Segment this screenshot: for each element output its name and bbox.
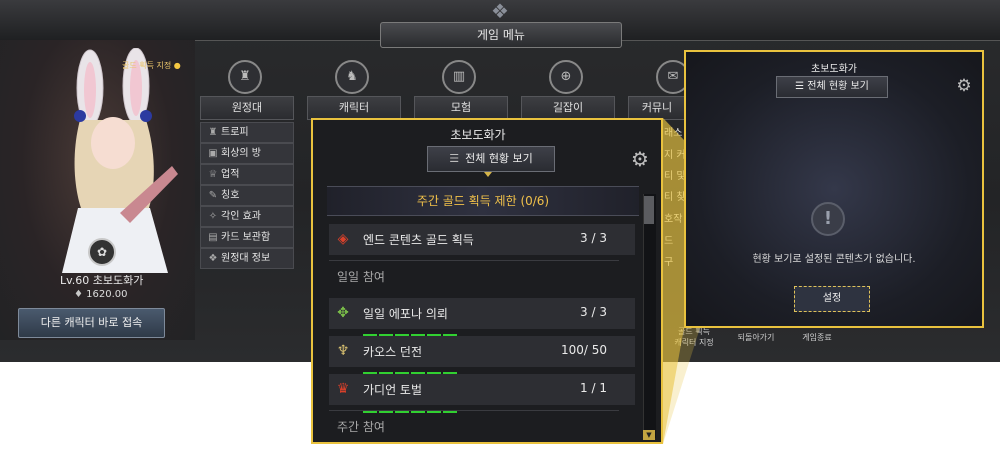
scrollbar-track[interactable]	[643, 194, 656, 438]
caret-down-icon	[484, 172, 492, 177]
scrollbar-thumb[interactable]	[644, 196, 654, 224]
daily-section-title: 일일 참여	[337, 270, 385, 284]
overview-button[interactable]: ☰ 전체 현황 보기	[427, 146, 555, 172]
empty-message: 현황 보기로 설정된 콘텐츠가 없습니다.	[752, 254, 916, 265]
weekly-section-title: 주간 참여	[337, 420, 385, 434]
end-content-icon: ◈	[337, 231, 349, 247]
list-icon: ☰	[795, 81, 805, 92]
scroll-down-icon[interactable]: ▼	[643, 430, 655, 440]
list-icon: ☰	[449, 152, 460, 165]
progress-pips	[363, 322, 459, 337]
settings-button[interactable]: 설정	[794, 286, 870, 312]
daily-row-chaos: ♆ 카오스 던전 100/ 50	[329, 336, 635, 375]
divider	[329, 410, 619, 411]
daily-row-guardian: ♛ 가디언 토벌 1 / 1	[329, 374, 635, 413]
gear-icon[interactable]: ⚙	[629, 148, 651, 170]
end-content-row: ◈ 엔드 콘텐츠 골드 획득 3 / 3	[329, 224, 635, 255]
guardian-icon: ♛	[336, 381, 350, 397]
status-popup-empty: 초보도화가 ☰ 전체 현황 보기 ⚙ ! 현황 보기로 설정된 콘텐츠가 없습니…	[684, 50, 984, 328]
weekly-gold-limit: 주간 골드 획득 제한 (0/6)	[327, 186, 639, 216]
progress-pips	[363, 360, 459, 375]
alert-icon: !	[811, 202, 845, 236]
progress-pips	[363, 398, 459, 413]
overview-button[interactable]: ☰ 전체 현황 보기	[776, 76, 888, 98]
daily-row-epona: ✥ 일일 에포나 의뢰 3 / 3	[329, 298, 635, 337]
gear-icon[interactable]: ⚙	[954, 76, 974, 96]
popup-title: 초보도화가	[450, 128, 506, 142]
status-popup: 초보도화가 ☰ 전체 현황 보기 ⚙ 주간 골드 획득 제한 (0/6) ◈ 엔드…	[311, 118, 663, 444]
epona-icon: ✥	[337, 305, 349, 321]
divider	[329, 260, 619, 261]
chaos-dungeon-icon: ♆	[336, 343, 350, 359]
popup-title: 초보도화가	[811, 64, 857, 75]
